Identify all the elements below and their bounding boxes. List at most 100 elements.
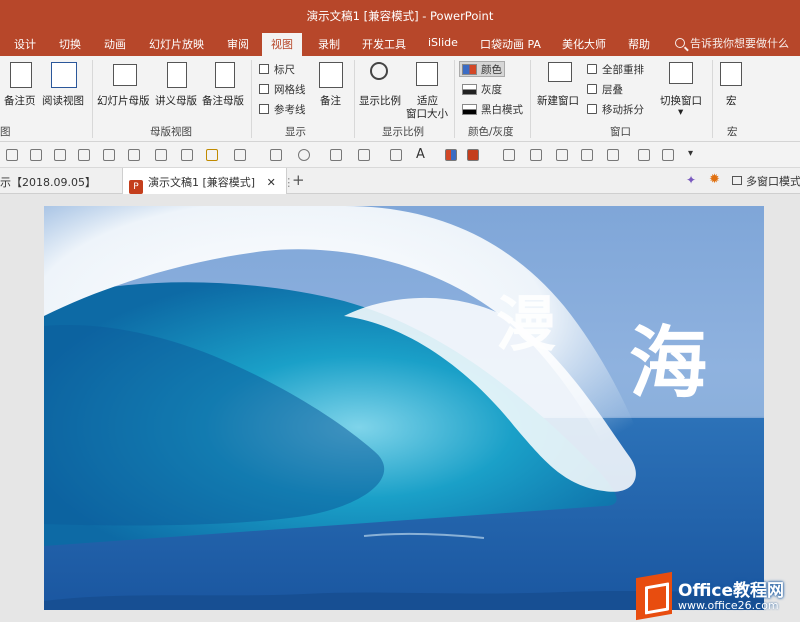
tab-record[interactable]: 录制 — [318, 36, 340, 52]
fill-icon[interactable] — [270, 149, 282, 161]
watermark-brand: Office教程网 — [678, 581, 785, 601]
tab-slideshow[interactable]: 幻灯片放映 — [149, 36, 204, 52]
tab-transitions[interactable]: 切换 — [59, 36, 81, 52]
align-right-icon[interactable] — [54, 149, 66, 161]
group-icon[interactable] — [103, 149, 115, 161]
arrange-all-label: 全部重排 — [602, 64, 644, 76]
arrange-all-button[interactable]: 全部重排 — [587, 62, 644, 77]
fit-to-window-label-line2[interactable]: 窗口大小 — [406, 106, 448, 121]
checkbox-icon — [259, 64, 269, 74]
bw-swatch-icon — [462, 104, 477, 115]
close-icon[interactable]: ✕ — [267, 176, 276, 189]
notes-page-icon — [10, 62, 32, 88]
eyedropper-2-icon[interactable] — [390, 149, 402, 161]
slide-master-button[interactable]: 幻灯片母版 — [97, 93, 150, 108]
eyedropper-icon[interactable] — [181, 149, 193, 161]
ruler-checkbox[interactable]: 标尺 — [259, 62, 295, 77]
magic-wand-icon[interactable]: ✦ — [686, 173, 700, 187]
tab-review[interactable]: 审阅 — [227, 36, 249, 52]
effects-icon[interactable] — [358, 149, 370, 161]
slide-canvas[interactable]: 漫 海 — [44, 206, 764, 610]
cascade-label: 层叠 — [602, 84, 623, 96]
gridlines-checkbox[interactable]: 网格线 — [259, 82, 306, 97]
notes-master-button[interactable]: 备注母版 — [202, 93, 244, 108]
color-button[interactable]: 颜色 — [462, 62, 502, 77]
multi-window-label: 多窗口模式 — [746, 175, 800, 188]
tab-developer[interactable]: 开发工具 — [362, 36, 406, 52]
color-label: 颜色 — [481, 64, 502, 76]
brush-icon[interactable] — [638, 149, 650, 161]
tab-beautify-master[interactable]: 美化大师 — [562, 36, 606, 52]
handout-master-button[interactable]: 讲义母版 — [155, 93, 197, 108]
doc-tab-active[interactable]: P 演示文稿1 [兼容模式] ✕ ⋮ — [122, 168, 294, 194]
separator — [354, 60, 355, 138]
new-window-button[interactable]: 新建窗口 — [537, 93, 579, 108]
color-group-label: 颜色/灰度 — [468, 126, 514, 138]
macros-icon — [720, 62, 742, 86]
notes-page-button[interactable]: 备注页 — [4, 93, 36, 108]
handout-master-icon — [167, 62, 187, 88]
macros-button[interactable]: 宏 — [726, 93, 737, 108]
shapes-icon[interactable] — [234, 149, 246, 161]
quick-access-toolbar: A ▾ — [0, 142, 800, 168]
gridlines-label: 网格线 — [274, 84, 306, 96]
align-left-icon[interactable] — [6, 149, 18, 161]
align-center-icon[interactable] — [30, 149, 42, 161]
grid-icon[interactable] — [607, 149, 619, 161]
bring-forward-icon[interactable] — [155, 149, 167, 161]
format-painter-icon[interactable] — [206, 149, 218, 161]
reading-view-button[interactable]: 阅读视图 — [42, 93, 84, 108]
arrange-all-icon — [587, 64, 597, 74]
theme-colors-icon[interactable] — [467, 149, 479, 161]
add-tab-icon[interactable]: + — [292, 171, 305, 189]
search-icon — [675, 38, 685, 48]
zoom-group-label: 显示比例 — [382, 126, 424, 138]
more-commands-icon[interactable]: ▾ — [688, 148, 693, 159]
ribbon: 备注页 阅读视图 图 幻灯片母版 讲义母版 备注母版 母版视图 标尺 网格线 参… — [0, 56, 800, 142]
gear-icon[interactable]: ✹ — [709, 172, 725, 188]
doc-tab-active-label: 演示文稿1 [兼容模式] — [148, 176, 256, 189]
tab-pocket-animation[interactable]: 口袋动画 PA — [480, 36, 541, 52]
windows-icon — [732, 176, 742, 185]
tab-islide[interactable]: iSlide — [428, 36, 458, 49]
multi-window-mode-button[interactable]: 多窗口模式 — [732, 173, 800, 189]
color-grid-icon[interactable] — [445, 149, 457, 161]
cascade-button[interactable]: 层叠 — [587, 82, 623, 97]
picture-icon[interactable] — [581, 149, 593, 161]
chevron-down-icon[interactable]: ▾ — [678, 106, 683, 118]
grayscale-swatch-icon — [462, 84, 477, 95]
pen-icon[interactable] — [330, 149, 342, 161]
tab-animations[interactable]: 动画 — [104, 36, 126, 52]
tab-design[interactable]: 设计 — [14, 36, 36, 52]
move-split-icon — [587, 104, 597, 114]
align-top-icon[interactable] — [530, 149, 542, 161]
tab-help[interactable]: 帮助 — [628, 36, 650, 52]
align-bottom-icon[interactable] — [556, 149, 568, 161]
font-color-icon[interactable]: A — [416, 147, 425, 162]
slide-char-1: 漫 — [496, 290, 556, 360]
notes-master-icon — [215, 62, 235, 88]
watermark-logo: Office教程网 www.office26.com — [636, 571, 800, 622]
select-icon[interactable] — [662, 149, 674, 161]
grayscale-label: 灰度 — [481, 84, 502, 96]
black-white-button[interactable]: 黑白模式 — [462, 102, 523, 117]
move-split-label: 移动拆分 — [602, 104, 644, 116]
guides-checkbox[interactable]: 参考线 — [259, 102, 306, 117]
notes-button[interactable]: 备注 — [320, 93, 341, 108]
notes-icon — [319, 62, 343, 88]
distribute-icon[interactable] — [78, 149, 90, 161]
tell-me-search[interactable]: 告诉我你想要做什么 — [675, 35, 789, 51]
zoom-button[interactable]: 显示比例 — [359, 93, 401, 108]
tab-view[interactable]: 视图 — [262, 33, 302, 56]
zoom-icon — [370, 62, 388, 80]
separator — [92, 60, 93, 138]
doc-tab-previous[interactable]: 示【2018.09.05】 — [0, 168, 120, 194]
crop-icon[interactable] — [503, 149, 515, 161]
slide-char-2: 海 — [629, 319, 708, 409]
grayscale-button[interactable]: 灰度 — [462, 82, 502, 97]
bw-label: 黑白模式 — [481, 104, 523, 116]
outline-icon[interactable] — [298, 149, 310, 161]
move-split-button[interactable]: 移动拆分 — [587, 102, 644, 117]
ungroup-icon[interactable] — [128, 149, 140, 161]
window-group-label: 窗口 — [610, 126, 631, 138]
